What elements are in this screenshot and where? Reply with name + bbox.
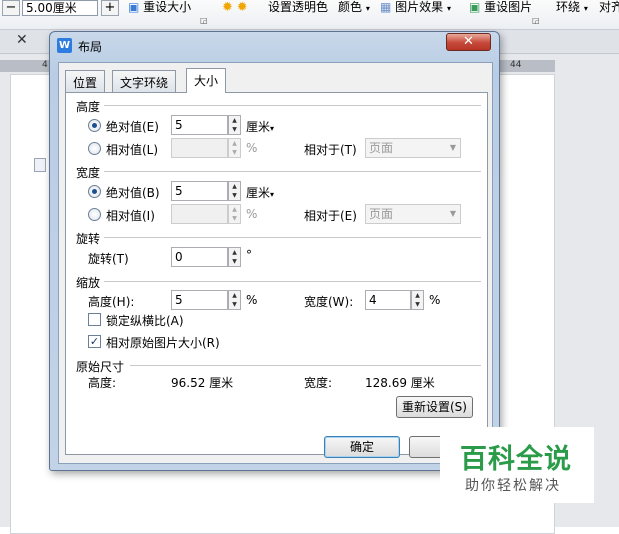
tab-text-wrapping[interactable]: 文字环绕 — [112, 70, 177, 92]
width-relative-to-label: 相对于(E) — [304, 209, 357, 223]
original-section-title: 原始尺寸 — [76, 360, 125, 374]
percent-label: % — [246, 293, 258, 307]
width-unit-dropdown[interactable]: 厘米▾ — [246, 184, 274, 201]
width-absolute-label: 绝对值(B) — [106, 186, 160, 200]
chevron-down-icon: ▼ — [449, 209, 456, 218]
chevron-down-icon: ▾ — [270, 190, 275, 199]
align-button[interactable]: 对齐 — [599, 0, 619, 14]
chevron-down-icon: ▼ — [449, 143, 456, 152]
layout-dialog: W 布局 ✕ 位置 文字环绕 大小 高度 绝对值(E) 5 ▲ ▼ 厘米▾ 相对值… — [49, 31, 500, 471]
scale-height-input[interactable]: 5 — [171, 290, 228, 310]
height-relative-stepper[interactable]: ▲ ▼ — [228, 138, 241, 158]
height-absolute-stepper[interactable]: ▲ ▼ — [228, 115, 241, 135]
dialog-title: 布局 — [78, 40, 103, 54]
width-absolute-input[interactable]: 5 — [171, 181, 228, 201]
rotate-input[interactable]: 0 — [171, 247, 228, 267]
original-width-label: 宽度: — [304, 376, 333, 390]
percent-label: % — [246, 141, 258, 155]
close-icon: ✕ — [463, 34, 474, 49]
original-width-value: 128.69 厘米 — [365, 376, 435, 390]
divider — [104, 237, 481, 238]
sun-icon: ✹ — [222, 0, 233, 15]
tab-size[interactable]: 大小 — [186, 68, 227, 93]
group-launcher-icon[interactable]: ◲ — [532, 16, 540, 25]
chevron-down-icon: ▾ — [583, 4, 588, 13]
height-absolute-input[interactable]: 5 — [171, 115, 228, 135]
percent-label: % — [429, 293, 441, 307]
width-absolute-stepper[interactable]: ▲ ▼ — [228, 181, 241, 201]
increase-button[interactable]: + — [101, 0, 119, 16]
relative-original-label: 相对原始图片大小(R) — [106, 336, 220, 350]
height-relative-label: 相对值(L) — [106, 143, 159, 157]
sun-icon: ✹ — [236, 0, 248, 15]
relative-original-checkbox[interactable]: ✓ — [88, 335, 101, 348]
picture-icon: ▣ — [128, 0, 140, 14]
chevron-down-icon: ▾ — [365, 4, 370, 13]
watermark-subtitle: 助你轻松解决 — [465, 478, 561, 494]
rotate-section-title: 旋转 — [76, 232, 101, 246]
ruler-label: 4 — [42, 60, 48, 70]
divider — [104, 171, 481, 172]
ribbon: − 5.00厘米 + ▣ 重设大小 ◲ ✹ ✹ 设置透明色 颜色 ▾ ▦ 图片效… — [0, 0, 619, 30]
lock-aspect-checkbox[interactable] — [88, 313, 101, 326]
picture-effects-button[interactable]: ▦ 图片效果 ▾ — [380, 0, 451, 14]
scale-width-label: 宽度(W): — [304, 295, 354, 309]
width-relative-label: 相对值(I) — [106, 209, 155, 223]
watermark-title: 百科全说 — [460, 444, 572, 475]
group-launcher-icon[interactable]: ◲ — [200, 16, 208, 25]
brightness-buttons[interactable]: ✹ ✹ — [222, 0, 248, 15]
close-button[interactable]: ✕ — [446, 33, 491, 51]
scale-height-stepper[interactable]: ▲ ▼ — [228, 290, 241, 310]
watermark-logo: 百科全说 助你轻松解决 — [440, 427, 594, 503]
scale-section-title: 缩放 — [76, 276, 101, 290]
width-absolute-radio[interactable] — [88, 185, 101, 198]
chevron-down-icon: ▾ — [447, 4, 452, 13]
wps-writer-icon: W — [57, 38, 72, 53]
height-relative-input[interactable] — [171, 138, 228, 158]
rotate-label: 旋转(T) — [88, 252, 129, 266]
effects-icon: ▦ — [380, 0, 392, 14]
dialog-client: 位置 文字环绕 大小 高度 绝对值(E) 5 ▲ ▼ 厘米▾ 相对值(L) ▲ ▼ … — [58, 62, 493, 464]
document-icon — [34, 158, 46, 172]
size-input[interactable]: 5.00厘米 — [22, 0, 98, 16]
scale-width-input[interactable]: 4 — [365, 290, 411, 310]
divider — [104, 281, 481, 282]
ok-button[interactable]: 确定 — [324, 436, 400, 458]
wrap-button[interactable]: 环绕 ▾ — [556, 0, 588, 14]
divider — [130, 365, 481, 366]
reset-size-button[interactable]: ▣ 重设大小 — [128, 0, 191, 14]
divider — [104, 105, 481, 106]
height-unit-dropdown[interactable]: 厘米▾ — [246, 118, 274, 135]
height-section-title: 高度 — [76, 100, 101, 114]
width-section-title: 宽度 — [76, 166, 101, 180]
lock-aspect-label: 锁定纵横比(A) — [106, 314, 184, 328]
chevron-down-icon: ▾ — [270, 124, 275, 133]
set-transparent-button[interactable]: 设置透明色 — [268, 0, 328, 14]
percent-label: % — [246, 207, 258, 221]
picture-icon: ▣ — [469, 0, 481, 14]
height-absolute-label: 绝对值(E) — [106, 120, 159, 134]
height-relative-to-label: 相对于(T) — [304, 143, 357, 157]
size-panel: 高度 绝对值(E) 5 ▲ ▼ 厘米▾ 相对值(L) ▲ ▼ % 相对于(T) 页面… — [65, 92, 488, 455]
width-relative-stepper[interactable]: ▲ ▼ — [228, 204, 241, 224]
color-button[interactable]: 颜色 ▾ — [338, 0, 370, 14]
decrease-button[interactable]: − — [2, 0, 20, 16]
ruler-label: 44 — [510, 60, 522, 70]
close-icon[interactable]: ✕ — [16, 32, 28, 48]
original-height-label: 高度: — [88, 376, 117, 390]
reset-picture-button[interactable]: ▣ 重设图片 — [469, 0, 532, 14]
height-absolute-radio[interactable] — [88, 119, 101, 132]
tab-position[interactable]: 位置 — [65, 70, 106, 92]
width-relative-input[interactable] — [171, 204, 228, 224]
scale-height-label: 高度(H): — [88, 295, 135, 309]
height-relative-to-select[interactable]: 页面 ▼ — [365, 138, 461, 158]
reset-button[interactable]: 重新设置(S) — [396, 396, 473, 418]
original-height-value: 96.52 厘米 — [171, 376, 234, 390]
width-relative-to-select[interactable]: 页面 ▼ — [365, 204, 461, 224]
height-relative-radio[interactable] — [88, 142, 101, 155]
degree-label: ° — [246, 248, 252, 262]
width-relative-radio[interactable] — [88, 208, 101, 221]
scale-width-stepper[interactable]: ▲ ▼ — [411, 290, 424, 310]
rotate-stepper[interactable]: ▲ ▼ — [228, 247, 241, 267]
